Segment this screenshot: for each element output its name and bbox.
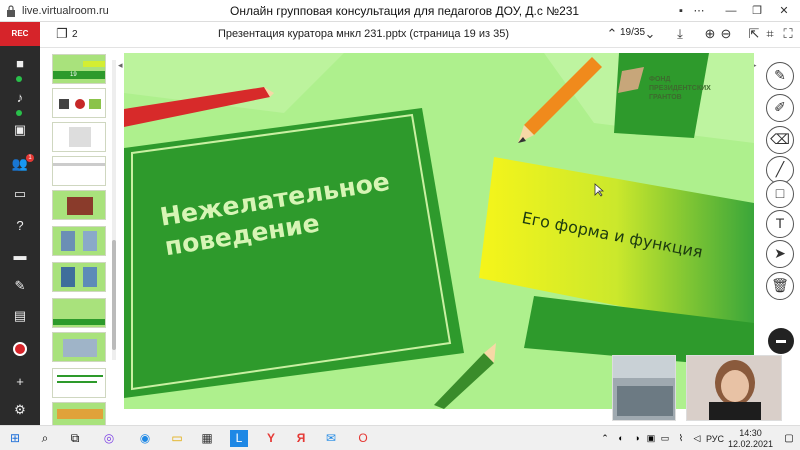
video-tile-classroom[interactable]: [612, 355, 676, 421]
logo-line3: ГРАНТОВ: [649, 94, 682, 101]
clock-time: 14:30: [739, 428, 762, 438]
lock-icon: [7, 5, 15, 17]
l-app-icon[interactable]: L: [230, 430, 248, 447]
left-sidebar: REC ■ ♪ ▣ 👥 1 ▭ ? ▬ ✎ ▤ + ⚙: [0, 22, 40, 425]
thumbnail-slide[interactable]: [52, 54, 106, 84]
chat-icon[interactable]: ▭: [8, 184, 32, 204]
close-icon[interactable]: ✕: [775, 3, 793, 19]
rec-label: REC: [11, 29, 29, 38]
thumbnail-slide[interactable]: [52, 156, 106, 186]
notifications-icon[interactable]: ▢: [780, 430, 798, 447]
microphone-icon[interactable]: ♪: [8, 88, 32, 108]
yandex-icon[interactable]: Я: [292, 430, 310, 447]
camera-on-dot: [16, 76, 22, 82]
mail-icon[interactable]: ✉: [322, 430, 340, 447]
clock-date: 12.02.2021: [728, 439, 774, 449]
pointer-tool-icon[interactable]: ➤: [766, 240, 794, 268]
presentation-file-title: Презентация куратора мнкл 231.pptx (стра…: [218, 28, 510, 40]
restore-icon[interactable]: ❐: [748, 3, 766, 19]
thumbnail-page-marker: 19: [68, 72, 79, 78]
thumbnail-scrollbar-thumb[interactable]: [112, 240, 116, 350]
question-icon[interactable]: ?: [8, 216, 32, 236]
system-clock[interactable]: 14:30 12.02.2021: [728, 428, 773, 450]
thumbnail-slide[interactable]: [52, 226, 106, 256]
layers-count: 2: [72, 29, 78, 40]
mic-on-dot: [16, 110, 22, 116]
rectangle-tool-icon[interactable]: □: [766, 180, 794, 208]
screen-share-icon[interactable]: ▣: [8, 120, 32, 140]
download-icon[interactable]: ⤓: [672, 26, 688, 42]
task-view-icon[interactable]: ⧉: [66, 430, 84, 447]
eraser-tool-icon[interactable]: ⌫: [766, 126, 794, 154]
thumbnail-slide[interactable]: [52, 298, 106, 328]
layers-icon[interactable]: ❐: [54, 26, 70, 42]
search-icon[interactable]: ⌕: [36, 430, 54, 447]
whiteboard-toggle-icon[interactable]: ▬: [768, 328, 794, 354]
record-button[interactable]: [13, 342, 27, 356]
windows-taskbar: ⊞ ⌕ ⧉ ◎ ◉ ▭ ▦ L Y Я ✉ O ⌃ ◐ ◑ ▣ ▭ ⌇ ◁ РУ…: [0, 425, 800, 450]
window-title: Онлайн групповая консультация для педаго…: [230, 4, 580, 18]
video-tile-presenter[interactable]: [686, 355, 782, 421]
logo-line2: ПРЕЗИДЕНТСКИХ: [649, 85, 711, 92]
address-url[interactable]: live.virtualroom.ru: [22, 5, 109, 17]
text-tool-icon[interactable]: T: [766, 210, 794, 238]
thumbnail-slide[interactable]: [52, 88, 106, 118]
file-explorer-icon[interactable]: ▭: [168, 430, 186, 447]
document-icon[interactable]: ▤: [8, 306, 32, 326]
chat-badge: 1: [26, 154, 34, 162]
store-icon[interactable]: ▦: [198, 430, 216, 447]
thumbnail-slide[interactable]: [52, 122, 106, 152]
camera-status-icon: ▪: [679, 5, 683, 17]
settings-gear-icon[interactable]: ⚙: [8, 400, 32, 420]
thumbnail-slide[interactable]: [52, 368, 106, 398]
pen-icon[interactable]: ✎: [8, 276, 32, 296]
trash-icon[interactable]: 🗑: [766, 272, 794, 300]
thumbnail-slide[interactable]: [52, 402, 106, 425]
opera-icon[interactable]: O: [354, 430, 372, 447]
fit-page-icon[interactable]: ⇱: [746, 26, 762, 42]
mouse-cursor-icon: [594, 183, 604, 197]
grant-fund-logo: ФОНД ПРЕЗИДЕНТСКИХ ГРАНТОВ: [649, 75, 711, 102]
minimize-icon[interactable]: —: [722, 3, 740, 19]
more-menu-icon[interactable]: ⋯: [690, 3, 708, 19]
presentation-toolbar: ❐ 2 Презентация куратора мнкл 231.pptx (…: [40, 22, 800, 48]
thumbnail-slide[interactable]: [52, 332, 106, 362]
edge-browser-icon[interactable]: ◉: [136, 430, 154, 447]
tray-volume-icon[interactable]: ◁: [688, 430, 706, 447]
pen-tool-icon[interactable]: ✎: [766, 62, 794, 90]
browser-title-bar: live.virtualroom.ru Онлайн групповая кон…: [0, 0, 800, 22]
board-icon[interactable]: ▬: [8, 246, 32, 266]
collapse-left-icon[interactable]: ◂: [118, 60, 123, 71]
crop-icon[interactable]: ⌗: [762, 26, 778, 42]
rec-indicator[interactable]: REC: [0, 22, 40, 46]
logo-line1: ФОНД: [649, 76, 671, 83]
language-indicator[interactable]: РУС: [706, 434, 724, 444]
thumbnail-slide[interactable]: [52, 262, 106, 292]
alice-assistant-icon[interactable]: ◎: [100, 430, 118, 447]
fullscreen-icon[interactable]: ⛶: [780, 26, 796, 42]
windows-start-icon[interactable]: ⊞: [6, 430, 24, 447]
zoom-in-icon[interactable]: ⊕: [702, 26, 718, 42]
zoom-out-icon[interactable]: ⊖: [718, 26, 734, 42]
marker-tool-icon[interactable]: ✐: [766, 94, 794, 122]
camera-icon[interactable]: ■: [8, 54, 32, 74]
chevron-up-icon[interactable]: ⌃: [604, 26, 620, 42]
chevron-down-icon[interactable]: ⌄: [642, 26, 658, 42]
yandex-browser-icon[interactable]: Y: [262, 430, 280, 447]
slide-thumbnails: 19: [40, 48, 120, 425]
add-user-icon[interactable]: +: [8, 372, 32, 392]
thumbnail-slide[interactable]: [52, 190, 106, 220]
